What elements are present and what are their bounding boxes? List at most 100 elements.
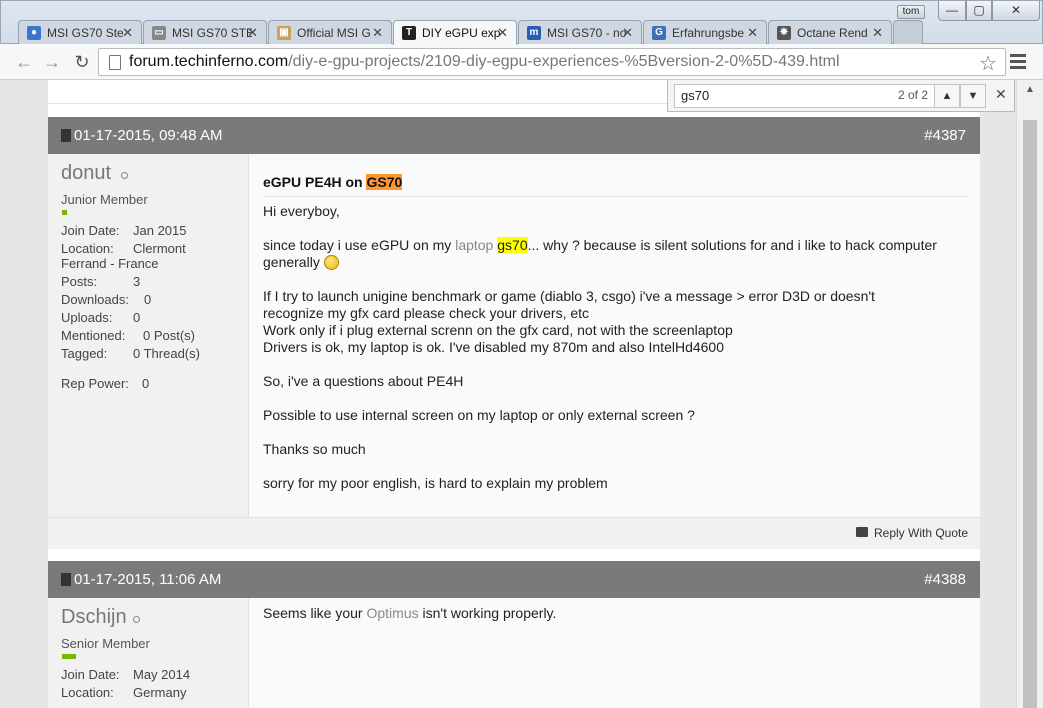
- find-match-count: 2 of 2: [898, 88, 929, 102]
- tab-title: MSI GS70 STE: [172, 26, 252, 40]
- address-bar[interactable]: forum.techinferno.com/diy-e-gpu-projects…: [98, 48, 1006, 76]
- tab-close-icon[interactable]: ✕: [497, 25, 508, 41]
- post-number-link[interactable]: #4388: [924, 571, 966, 588]
- offline-status-icon: [133, 616, 140, 623]
- rank-bar: [62, 654, 76, 659]
- mentioned-row: Mentioned: 0 Post(s): [61, 328, 196, 343]
- scroll-thumb[interactable]: [1023, 120, 1037, 708]
- tab-close-icon[interactable]: ✕: [247, 25, 258, 41]
- window-close-button[interactable]: ✕: [992, 1, 1040, 21]
- find-next-button[interactable]: ▼: [960, 84, 986, 108]
- page-viewport: 01-17-2015, 09:48 AM #4387 donut Junior …: [0, 80, 1043, 708]
- post-date: 01-17-2015, 11:06 AM: [74, 571, 222, 588]
- username-link[interactable]: donut: [61, 162, 111, 185]
- reload-button[interactable]: ↻: [72, 52, 92, 72]
- scroll-up-icon[interactable]: ▲: [1025, 84, 1035, 95]
- post-number-link[interactable]: #4387: [924, 127, 966, 144]
- offline-status-icon: [121, 172, 128, 179]
- tab-favicon-icon: ▣: [277, 26, 291, 40]
- location-row: Location: Clermont: [61, 241, 186, 256]
- post-document-icon: [61, 573, 71, 586]
- tab-close-icon[interactable]: ✕: [622, 25, 633, 41]
- user-title: Junior Member: [61, 192, 148, 207]
- tab-title: Official MSI G: [297, 26, 371, 40]
- message-line: Seems like your Optimus isn't working pr…: [263, 605, 557, 621]
- user-info-panel: donut Junior Member Join Date: Jan 2015 L…: [48, 154, 249, 517]
- posts-row: Posts: 3: [61, 274, 141, 289]
- tab-msi-gs70-ste[interactable]: ▭ MSI GS70 STE ✕: [143, 20, 267, 44]
- laptop-link[interactable]: laptop: [455, 237, 493, 253]
- tab-favicon-icon: ▭: [152, 26, 166, 40]
- find-close-icon[interactable]: ✕: [995, 86, 1007, 103]
- browser-toolbar: ← → ↻ forum.techinferno.com/diy-e-gpu-pr…: [0, 44, 1043, 80]
- tab-favicon-icon: G: [652, 26, 666, 40]
- tab-title: MSI GS70 - no: [547, 26, 627, 40]
- downloads-row: Downloads: 0: [61, 292, 152, 307]
- tab-close-icon[interactable]: ✕: [122, 25, 133, 41]
- find-input[interactable]: gs70: [674, 84, 936, 108]
- tab-favicon-icon: ●: [27, 26, 41, 40]
- tab-favicon-icon: ✵: [777, 26, 791, 40]
- profile-button[interactable]: tom: [897, 5, 925, 19]
- tab-erfahrungsbericht[interactable]: G Erfahrungsbe ✕: [643, 20, 767, 44]
- optimus-link[interactable]: Optimus: [366, 605, 418, 621]
- post-title: eGPU PE4H on GS70: [263, 174, 403, 190]
- post-header: 01-17-2015, 09:48 AM #4387: [48, 117, 980, 154]
- message-line: recognize my gfx card please check your …: [263, 305, 590, 321]
- message-line: sorry for my poor english, is hard to ex…: [263, 475, 608, 491]
- join-date-row: Join Date: May 2014: [61, 667, 191, 682]
- find-match-active: GS70: [366, 174, 403, 190]
- tab-favicon-icon: T: [402, 26, 416, 40]
- forum-content: 01-17-2015, 09:48 AM #4387 donut Junior …: [48, 80, 980, 708]
- join-date-row: Join Date: Jan 2015: [61, 223, 187, 238]
- maximize-button[interactable]: ▢: [966, 1, 992, 21]
- message-line: Possible to use internal screen on my la…: [263, 407, 695, 423]
- message-line: Work only if i plug external screnn on t…: [263, 322, 733, 338]
- bookmark-star-icon[interactable]: ☆: [979, 51, 997, 76]
- tab-msi-gs70-notebook[interactable]: m MSI GS70 - no ✕: [518, 20, 642, 44]
- tab-close-icon[interactable]: ✕: [372, 25, 383, 41]
- tagged-row: Tagged: 0 Thread(s): [61, 346, 200, 361]
- back-button[interactable]: ←: [14, 52, 34, 72]
- location-row-cont: Ferrand - France: [61, 256, 159, 271]
- tab-msi-gs70-steam[interactable]: ● MSI GS70 Ste ✕: [18, 20, 142, 44]
- tab-title: MSI GS70 Ste: [47, 26, 124, 40]
- username-link[interactable]: Dschijn: [61, 606, 127, 629]
- url-text: forum.techinferno.com/diy-e-gpu-projects…: [129, 53, 840, 70]
- page-icon: [109, 55, 121, 70]
- post-footer: Reply With Quote: [48, 517, 980, 549]
- find-bar: gs70 2 of 2 ▲ ▼ ✕: [667, 80, 1015, 112]
- minimize-button[interactable]: —: [938, 1, 966, 21]
- post-document-icon: [61, 129, 71, 142]
- tab-title: Octane Rend: [797, 26, 868, 40]
- tab-close-icon[interactable]: ✕: [872, 25, 883, 41]
- find-match: gs70: [497, 237, 528, 253]
- post-date: 01-17-2015, 09:48 AM: [74, 127, 223, 144]
- tab-official-msi[interactable]: ▣ Official MSI G ✕: [268, 20, 392, 44]
- rank-bar: [62, 210, 67, 215]
- quote-icon: [856, 527, 868, 537]
- rep-power-row: Rep Power: 0: [61, 376, 150, 391]
- post-body: Seems like your Optimus isn't working pr…: [249, 598, 980, 708]
- tab-title: Erfahrungsbe: [672, 26, 745, 40]
- smiley-icon: [323, 255, 339, 270]
- message-line: Thanks so much: [263, 441, 366, 457]
- tab-diy-egpu-active[interactable]: T DIY eGPU exp ✕: [393, 20, 517, 45]
- message-line: generally: [263, 254, 339, 270]
- tab-favicon-icon: m: [527, 26, 541, 40]
- reply-with-quote-button[interactable]: Reply With Quote: [874, 526, 968, 540]
- chrome-menu-icon[interactable]: [1010, 54, 1026, 72]
- find-previous-button[interactable]: ▲: [934, 84, 960, 108]
- message-line: If I try to launch unigine benchmark or …: [263, 288, 875, 304]
- post-header: 01-17-2015, 11:06 AM #4388: [48, 561, 980, 598]
- title-separator: [263, 196, 967, 197]
- user-info-panel: Dschijn Senior Member Join Date: May 2014…: [48, 598, 249, 708]
- forward-button[interactable]: →: [42, 52, 62, 72]
- new-tab-button[interactable]: [893, 20, 923, 44]
- tab-close-icon[interactable]: ✕: [747, 25, 758, 41]
- message-line: Hi everyboy,: [263, 203, 340, 219]
- tab-octane-render[interactable]: ✵ Octane Rend ✕: [768, 20, 892, 44]
- vertical-scrollbar[interactable]: ▲: [1016, 80, 1043, 708]
- tab-title: DIY eGPU exp: [422, 26, 501, 40]
- message-line: So, i've a questions about PE4H: [263, 373, 464, 389]
